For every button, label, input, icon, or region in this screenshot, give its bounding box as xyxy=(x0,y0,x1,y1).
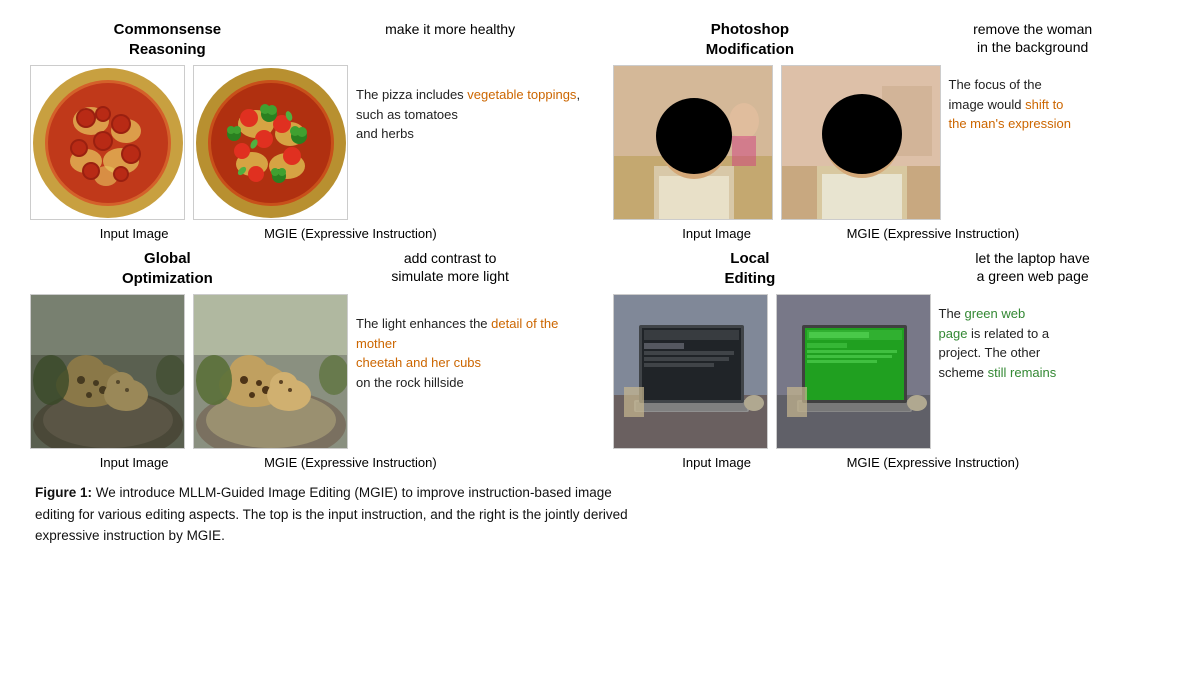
footer-global: Input Image MGIE (Expressive Instruction… xyxy=(30,455,588,470)
title-commonsense: Commonsense Reasoning xyxy=(30,20,305,59)
panel-photoshop: Photoshop Modification remove the woman … xyxy=(613,20,1171,241)
title-global: Global Optimization xyxy=(30,249,305,288)
panel-local: Local Editing let the laptop have a gree… xyxy=(613,249,1171,470)
label-input-photoshop: Input Image xyxy=(613,226,821,241)
desc-highlight2-local: still remains xyxy=(988,365,1057,380)
images-local: The green web page is related to a proje… xyxy=(613,294,1171,449)
description-global: The light enhances the detail of the mot… xyxy=(356,294,588,392)
cheetah-input-svg xyxy=(31,295,185,449)
desc-highlight-commonsense: vegetable toppings xyxy=(467,87,576,102)
label-output-local: MGIE (Expressive Instruction) xyxy=(829,455,1037,470)
description-local: The green web page is related to a proje… xyxy=(939,294,1171,382)
panel-global: Global Optimization add contrast to simu… xyxy=(30,249,588,470)
description-commonsense: The pizza includes vegetable toppings, s… xyxy=(356,65,588,144)
bottom-grid: Global Optimization add contrast to simu… xyxy=(30,249,1170,470)
label-output-photoshop: MGIE (Expressive Instruction) xyxy=(829,226,1037,241)
images-photoshop: The focus of the image would shift to th… xyxy=(613,65,1171,220)
cheetah-output-svg xyxy=(194,295,348,449)
pizza-input-image xyxy=(30,65,185,220)
label-input-global: Input Image xyxy=(30,455,238,470)
laptop-input-image xyxy=(613,294,768,449)
desc-before-local: The xyxy=(939,306,965,321)
laptop-input-svg xyxy=(614,295,768,449)
instruction-global: add contrast to simulate more light xyxy=(313,249,588,288)
instruction-photoshop: remove the woman in the background xyxy=(895,20,1170,59)
caption-text: We introduce MLLM-Guided Image Editing (… xyxy=(35,485,628,543)
main-grid: Commonsense Reasoning make it more healt… xyxy=(30,20,1170,241)
pizza-input-svg xyxy=(31,66,185,220)
title-local: Local Editing xyxy=(613,249,888,288)
laptop-output-image xyxy=(776,294,931,449)
instruction-commonsense: make it more healthy xyxy=(313,20,588,59)
description-photoshop: The focus of the image would shift to th… xyxy=(949,65,1171,134)
cheetah-input-image xyxy=(30,294,185,449)
label-input-commonsense: Input Image xyxy=(30,226,238,241)
pizza-output-svg xyxy=(194,66,348,220)
label-output-global: MGIE (Expressive Instruction) xyxy=(246,455,454,470)
pizza-output-image xyxy=(193,65,348,220)
face-input-image xyxy=(613,65,773,220)
figure-caption: Figure 1: We introduce MLLM-Guided Image… xyxy=(30,482,1170,547)
footer-commonsense: Input Image MGIE (Expressive Instruction… xyxy=(30,226,588,241)
panel-header-local: Local Editing let the laptop have a gree… xyxy=(613,249,1171,288)
panel-header-photoshop: Photoshop Modification remove the woman … xyxy=(613,20,1171,59)
title-photoshop: Photoshop Modification xyxy=(613,20,888,59)
laptop-output-svg xyxy=(777,295,931,449)
panel-commonsense: Commonsense Reasoning make it more healt… xyxy=(30,20,588,241)
footer-local: Input Image MGIE (Expressive Instruction… xyxy=(613,455,1171,470)
label-input-local: Input Image xyxy=(613,455,821,470)
desc-before-global: The light enhances the xyxy=(356,316,491,331)
cheetah-output-image xyxy=(193,294,348,449)
footer-photoshop: Input Image MGIE (Expressive Instruction… xyxy=(613,226,1171,241)
desc-after-global: on the rock hillside xyxy=(356,375,464,390)
images-commonsense: The pizza includes vegetable toppings, s… xyxy=(30,65,588,220)
instruction-local: let the laptop have a green web page xyxy=(895,249,1170,288)
face-input-svg xyxy=(614,66,773,220)
desc-before-commonsense: The pizza includes xyxy=(356,87,467,102)
face-output-svg xyxy=(782,66,941,220)
panel-header-commonsense: Commonsense Reasoning make it more healt… xyxy=(30,20,588,59)
caption-bold: Figure 1: xyxy=(35,485,92,500)
face-output-image xyxy=(781,65,941,220)
main-container: Commonsense Reasoning make it more healt… xyxy=(0,0,1200,567)
label-output-commonsense: MGIE (Expressive Instruction) xyxy=(246,226,454,241)
panel-header-global: Global Optimization add contrast to simu… xyxy=(30,249,588,288)
images-global: The light enhances the detail of the mot… xyxy=(30,294,588,449)
